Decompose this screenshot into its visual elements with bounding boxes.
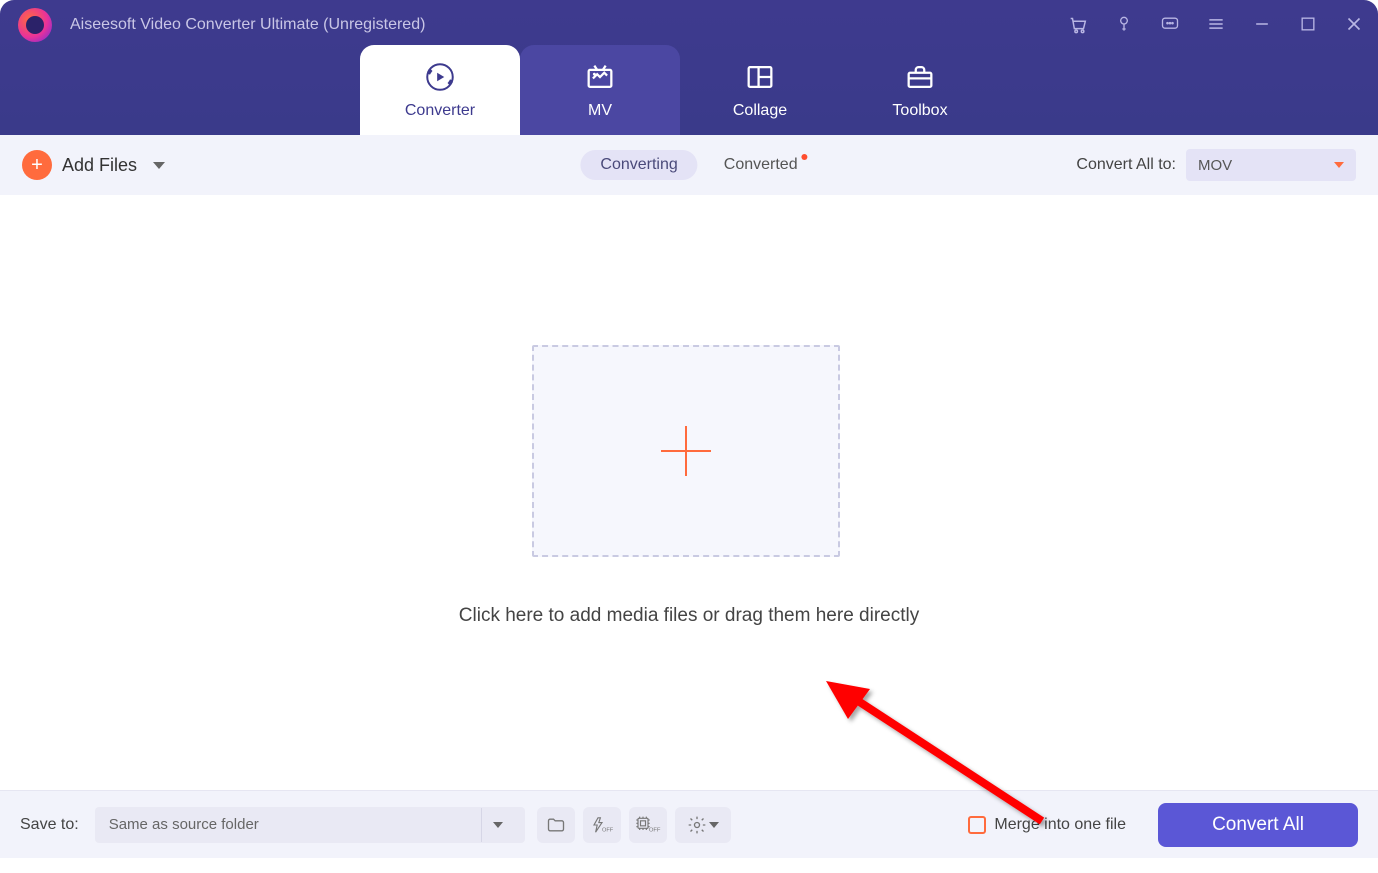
key-icon[interactable]: [1110, 10, 1138, 38]
merge-checkbox[interactable]: Merge into one file: [968, 816, 1126, 834]
tab-toolbox-label: Toolbox: [892, 102, 947, 120]
convert-all-button[interactable]: Convert All: [1158, 803, 1358, 847]
tab-toolbox[interactable]: Toolbox: [840, 45, 1000, 135]
converted-label: Converted: [724, 156, 798, 173]
svg-text:OFF: OFF: [602, 827, 614, 833]
dropzone-hint-text: Click here to add media files or drag th…: [0, 605, 1378, 627]
add-files-button[interactable]: + Add Files: [22, 150, 165, 180]
maximize-button[interactable]: [1294, 10, 1322, 38]
chevron-down-icon: [493, 822, 503, 828]
plus-icon: +: [22, 150, 52, 180]
hardware-accel-button[interactable]: OFF: [583, 807, 621, 843]
save-to-label: Save to:: [20, 816, 79, 834]
save-to-value: Same as source folder: [109, 816, 259, 833]
tab-converter[interactable]: Converter: [360, 45, 520, 135]
chevron-down-icon: [153, 162, 165, 169]
footer: Save to: Same as source folder OFF OFF M…: [0, 790, 1378, 858]
toolbar: + Add Files Converting Converted Convert…: [0, 135, 1378, 195]
main-content: Click here to add media files or drag th…: [0, 195, 1378, 790]
tab-collage[interactable]: Collage: [680, 45, 840, 135]
open-folder-button[interactable]: [537, 807, 575, 843]
tab-mv-label: MV: [588, 102, 612, 120]
add-files-label: Add Files: [62, 155, 137, 176]
converting-tab[interactable]: Converting: [580, 150, 697, 180]
plus-icon: [685, 426, 687, 476]
notification-dot-icon: [802, 154, 808, 160]
chevron-down-icon: [709, 822, 719, 828]
add-files-dropzone[interactable]: [532, 345, 840, 557]
chevron-down-icon: [1334, 162, 1344, 168]
output-format-value: MOV: [1198, 157, 1232, 174]
menu-icon[interactable]: [1202, 10, 1230, 38]
app-logo-icon: [18, 8, 52, 42]
minimize-button[interactable]: [1248, 10, 1276, 38]
output-format-dropdown[interactable]: MOV: [1186, 149, 1356, 181]
convert-all-to-label: Convert All to:: [1076, 156, 1176, 174]
tab-converter-label: Converter: [405, 102, 475, 120]
cart-icon[interactable]: [1064, 10, 1092, 38]
app-header: Aiseesoft Video Converter Ultimate (Unre…: [0, 0, 1378, 135]
close-button[interactable]: [1340, 10, 1368, 38]
gpu-accel-button[interactable]: OFF: [629, 807, 667, 843]
app-title: Aiseesoft Video Converter Ultimate (Unre…: [70, 16, 425, 34]
settings-button[interactable]: [675, 807, 731, 843]
converted-tab[interactable]: Converted: [724, 156, 798, 174]
save-to-dropdown[interactable]: Same as source folder: [95, 807, 525, 843]
svg-text:OFF: OFF: [649, 827, 661, 833]
checkbox-icon: [968, 816, 986, 834]
tab-mv[interactable]: MV: [520, 45, 680, 135]
merge-label: Merge into one file: [994, 816, 1126, 834]
tab-collage-label: Collage: [733, 102, 787, 120]
feedback-icon[interactable]: [1156, 10, 1184, 38]
